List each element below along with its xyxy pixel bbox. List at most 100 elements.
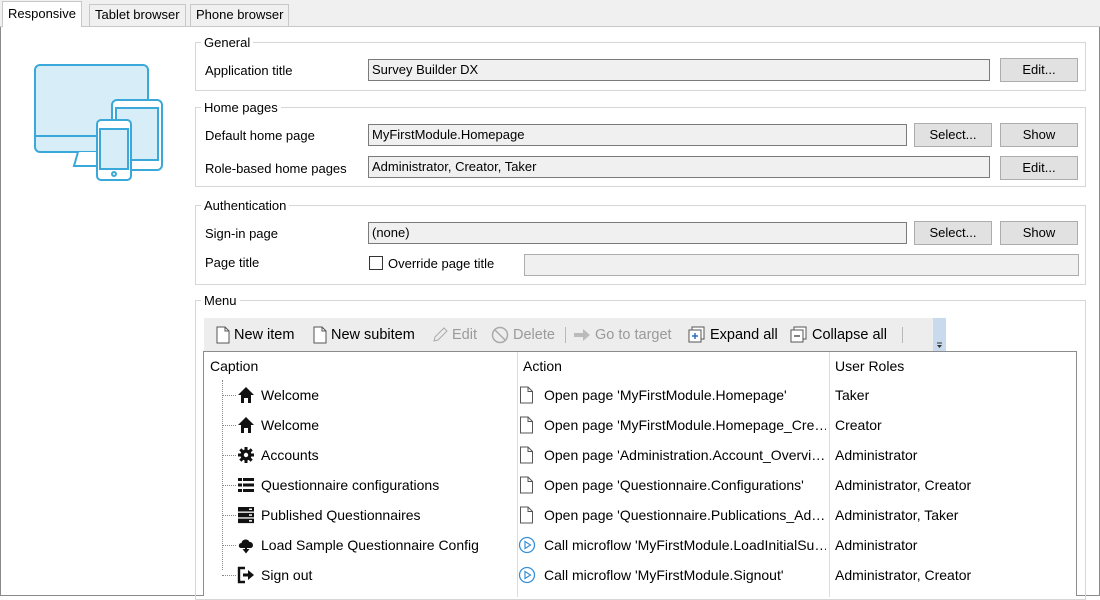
page-icon bbox=[520, 506, 533, 524]
role-based-home-pages-label: Role-based home pages bbox=[205, 161, 347, 176]
action-cell: Open page 'MyFirstModule.Homepage' bbox=[544, 387, 787, 403]
table-row[interactable]: Sign out Call microflow 'MyFirstModule.Si… bbox=[204, 560, 1076, 590]
tree-connector bbox=[222, 395, 236, 396]
server-icon bbox=[238, 507, 254, 524]
cloud-download-icon bbox=[238, 539, 253, 554]
column-header-action[interactable]: Action bbox=[517, 352, 829, 380]
menu-items-table: Caption Action User Roles Welcome Open pa… bbox=[203, 351, 1077, 597]
page-icon bbox=[520, 476, 533, 494]
chevron-down-icon bbox=[937, 342, 942, 348]
sign-out-icon bbox=[237, 566, 254, 584]
new-subitem-label: New subitem bbox=[331, 327, 415, 343]
page-title-label: Page title bbox=[205, 255, 260, 270]
role-based-home-pages-edit-button[interactable]: Edit... bbox=[1000, 156, 1078, 180]
user-roles-cell: Administrator, Taker bbox=[835, 507, 959, 523]
delete-icon bbox=[491, 326, 509, 344]
column-header-caption[interactable]: Caption bbox=[204, 352, 517, 380]
tab-strip: Responsive Tablet browser Phone browser bbox=[0, 0, 1100, 27]
application-title-field[interactable]: Survey Builder DX bbox=[368, 59, 990, 81]
gear-icon bbox=[238, 447, 254, 463]
table-row[interactable]: Load Sample Questionnaire Config Call mic… bbox=[204, 530, 1076, 560]
user-roles-cell: Taker bbox=[835, 387, 870, 403]
default-home-page-field[interactable]: MyFirstModule.Homepage bbox=[368, 124, 907, 146]
menu-group-title: Menu bbox=[201, 293, 240, 308]
table-row[interactable]: Accounts Open page 'Administration.Accoun… bbox=[204, 440, 1076, 470]
table-row[interactable]: Questionnaire configurations Open page 'Q… bbox=[204, 470, 1076, 500]
tree-connector bbox=[222, 515, 236, 516]
tree-connector bbox=[222, 545, 236, 546]
caption-cell: Accounts bbox=[261, 447, 319, 463]
application-title-edit-button[interactable]: Edit... bbox=[1000, 58, 1078, 82]
application-title-label: Application title bbox=[205, 63, 293, 78]
action-cell: Call microflow 'MyFirstModule.LoadInitia… bbox=[544, 537, 826, 553]
tab-phone-browser[interactable]: Phone browser bbox=[190, 4, 290, 26]
go-to-target-button[interactable]: Go to target bbox=[573, 326, 672, 344]
new-subitem-button[interactable]: New subitem bbox=[313, 326, 415, 344]
override-page-title-checkbox[interactable] bbox=[369, 256, 383, 270]
list-icon bbox=[238, 478, 254, 492]
home-pages-group-title: Home pages bbox=[201, 100, 281, 115]
sign-in-page-field[interactable]: (none) bbox=[368, 222, 907, 244]
action-cell: Open page 'MyFirstModule.Homepage_Cre… bbox=[544, 417, 826, 433]
action-cell: Open page 'Administration.Account_Overvi… bbox=[544, 447, 826, 463]
edit-label: Edit bbox=[452, 327, 477, 343]
action-cell: Open page 'Questionnaire.Publications_Ad… bbox=[544, 507, 826, 523]
caption-cell: Welcome bbox=[261, 387, 320, 403]
page-icon bbox=[520, 446, 533, 464]
go-to-target-label: Go to target bbox=[595, 327, 672, 343]
arrow-right-icon bbox=[574, 329, 590, 341]
tree-connector bbox=[222, 455, 236, 456]
sign-in-page-label: Sign-in page bbox=[205, 226, 278, 241]
tab-responsive[interactable]: Responsive bbox=[2, 1, 82, 27]
caption-cell: Sign out bbox=[261, 567, 313, 583]
collapse-all-button[interactable]: Collapse all bbox=[790, 326, 887, 344]
expand-all-icon bbox=[688, 326, 705, 343]
toolbar-separator bbox=[565, 327, 566, 343]
user-roles-cell: Administrator bbox=[835, 537, 918, 553]
table-row[interactable]: Welcome Open page 'MyFirstModule.Homepage… bbox=[204, 380, 1076, 410]
expand-all-label: Expand all bbox=[710, 327, 778, 343]
responsive-devices-icon bbox=[34, 64, 163, 181]
page-title-field[interactable] bbox=[524, 254, 1079, 276]
expand-all-button[interactable]: Expand all bbox=[688, 326, 778, 344]
new-page-icon bbox=[216, 326, 230, 344]
delete-label: Delete bbox=[513, 327, 555, 343]
action-cell: Call microflow 'MyFirstModule.Signout' bbox=[544, 567, 784, 583]
table-row[interactable]: Welcome Open page 'MyFirstModule.Homepage… bbox=[204, 410, 1076, 440]
user-roles-cell: Administrator bbox=[835, 447, 918, 463]
user-roles-cell: Administrator, Creator bbox=[835, 477, 972, 493]
caption-cell: Questionnaire configurations bbox=[261, 477, 440, 493]
user-roles-cell: Creator bbox=[835, 417, 882, 433]
table-row[interactable]: Published Questionnaires Open page 'Quest… bbox=[204, 500, 1076, 530]
default-home-page-select-button[interactable]: Select... bbox=[914, 123, 992, 147]
home-icon bbox=[238, 417, 254, 433]
menu-toolbar: New item New subitem Edit Delete Go to t… bbox=[204, 318, 946, 353]
sign-in-page-select-button[interactable]: Select... bbox=[914, 221, 992, 245]
tab-tablet-browser[interactable]: Tablet browser bbox=[89, 4, 186, 26]
action-cell: Open page 'Questionnaire.Configurations' bbox=[544, 477, 804, 493]
collapse-all-icon bbox=[790, 326, 807, 343]
default-home-page-label: Default home page bbox=[205, 128, 315, 143]
column-header-user-roles[interactable]: User Roles bbox=[829, 352, 1075, 380]
user-roles-cell: Administrator, Creator bbox=[835, 567, 972, 583]
page-icon bbox=[520, 386, 533, 404]
new-item-button[interactable]: New item bbox=[216, 326, 294, 344]
home-icon bbox=[238, 387, 254, 403]
caption-cell: Published Questionnaires bbox=[261, 507, 421, 523]
pencil-icon bbox=[433, 327, 448, 342]
toolbar-overflow-button[interactable] bbox=[933, 318, 946, 353]
edit-button[interactable]: Edit bbox=[432, 326, 477, 344]
sign-in-page-show-button[interactable]: Show bbox=[1000, 221, 1078, 245]
microflow-icon bbox=[518, 566, 536, 584]
new-subpage-icon bbox=[313, 326, 327, 344]
role-based-home-pages-field[interactable]: Administrator, Creator, Taker bbox=[368, 156, 990, 178]
caption-cell: Load Sample Questionnaire Config bbox=[261, 537, 479, 553]
tree-connector bbox=[222, 575, 236, 576]
caption-cell: Welcome bbox=[261, 417, 320, 433]
tree-connector bbox=[222, 485, 236, 486]
delete-button[interactable]: Delete bbox=[491, 326, 555, 344]
default-home-page-show-button[interactable]: Show bbox=[1000, 123, 1078, 147]
override-page-title-label[interactable]: Override page title bbox=[388, 256, 494, 271]
tree-connector bbox=[222, 425, 236, 426]
general-group-title: General bbox=[201, 35, 254, 50]
